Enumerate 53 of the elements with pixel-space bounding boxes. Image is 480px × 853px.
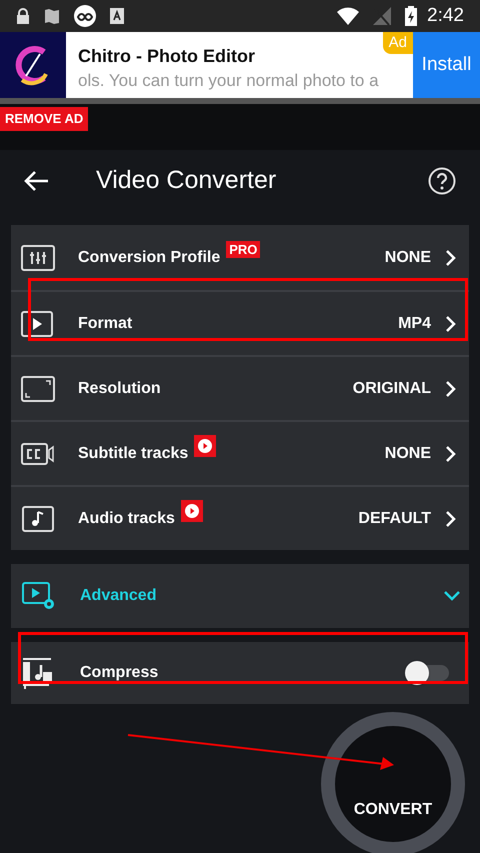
setting-label: Audio tracks bbox=[78, 508, 175, 528]
ad-description: ols. You can turn your normal photo to a bbox=[78, 70, 380, 92]
battery-charging-icon bbox=[405, 6, 418, 26]
back-arrow-icon[interactable] bbox=[24, 170, 50, 192]
wifi-icon bbox=[337, 7, 360, 25]
convert-button[interactable]: CONVERT bbox=[321, 712, 465, 853]
ad-badge: Ad bbox=[382, 32, 413, 54]
chevron-right-icon bbox=[445, 444, 457, 462]
remove-ad-button[interactable]: REMOVE AD bbox=[0, 107, 88, 131]
closed-captions-icon bbox=[21, 440, 55, 466]
map-icon bbox=[44, 8, 60, 24]
font-icon bbox=[110, 8, 124, 24]
advanced-label: Advanced bbox=[80, 586, 158, 606]
chevron-right-icon bbox=[445, 380, 457, 398]
install-button[interactable]: Install bbox=[413, 32, 480, 98]
setting-label: Subtitle tracks bbox=[78, 444, 188, 464]
frame-icon bbox=[21, 376, 55, 402]
settings-row[interactable]: Format MP4 bbox=[11, 290, 469, 355]
infinity-icon bbox=[74, 5, 96, 27]
setting-value: NONE bbox=[384, 444, 431, 464]
play-icon bbox=[21, 310, 55, 336]
chevron-right-icon bbox=[445, 510, 457, 528]
chevron-right-icon bbox=[445, 314, 457, 332]
settings-row[interactable]: Audio tracks DEFAULT bbox=[11, 485, 469, 550]
video-settings-icon bbox=[22, 582, 56, 610]
advanced-panel[interactable]: Advanced bbox=[11, 564, 469, 628]
setting-value: MP4 bbox=[398, 314, 431, 334]
compress-label: Compress bbox=[80, 663, 160, 683]
pro-badge: PRO bbox=[226, 241, 260, 258]
screen-title: Video Converter bbox=[96, 165, 278, 196]
video-badge-icon bbox=[194, 434, 216, 456]
app-logo-icon bbox=[0, 32, 66, 98]
compress-icon bbox=[21, 657, 55, 689]
setting-label: Resolution bbox=[78, 378, 161, 398]
setting-value: DEFAULT bbox=[358, 508, 431, 528]
music-note-icon bbox=[21, 506, 55, 532]
video-badge-icon bbox=[180, 500, 203, 522]
no-signal-icon bbox=[373, 7, 392, 25]
lock-icon bbox=[16, 8, 30, 24]
compress-toggle[interactable] bbox=[405, 660, 449, 686]
setting-label: Conversion Profile bbox=[78, 248, 220, 268]
ad-title: Chitro - Photo Editor bbox=[78, 45, 256, 67]
setting-value: ORIGINAL bbox=[352, 378, 431, 398]
settings-row[interactable]: Resolution ORIGINAL bbox=[11, 355, 469, 420]
clock-time: 2:42 bbox=[427, 4, 464, 28]
ad-card[interactable]: Chitro - Photo Editor ols. You can turn your normal photo to a Ad bbox=[66, 32, 413, 98]
sliders-icon bbox=[21, 244, 55, 270]
help-icon[interactable] bbox=[428, 167, 456, 195]
chevron-right-icon bbox=[445, 248, 457, 266]
settings-row[interactable]: Subtitle tracks NONE bbox=[11, 420, 469, 485]
setting-value: NONE bbox=[384, 248, 431, 268]
setting-label: Format bbox=[78, 314, 132, 334]
settings-row[interactable]: Conversion Profile PRO NONE bbox=[11, 225, 469, 290]
